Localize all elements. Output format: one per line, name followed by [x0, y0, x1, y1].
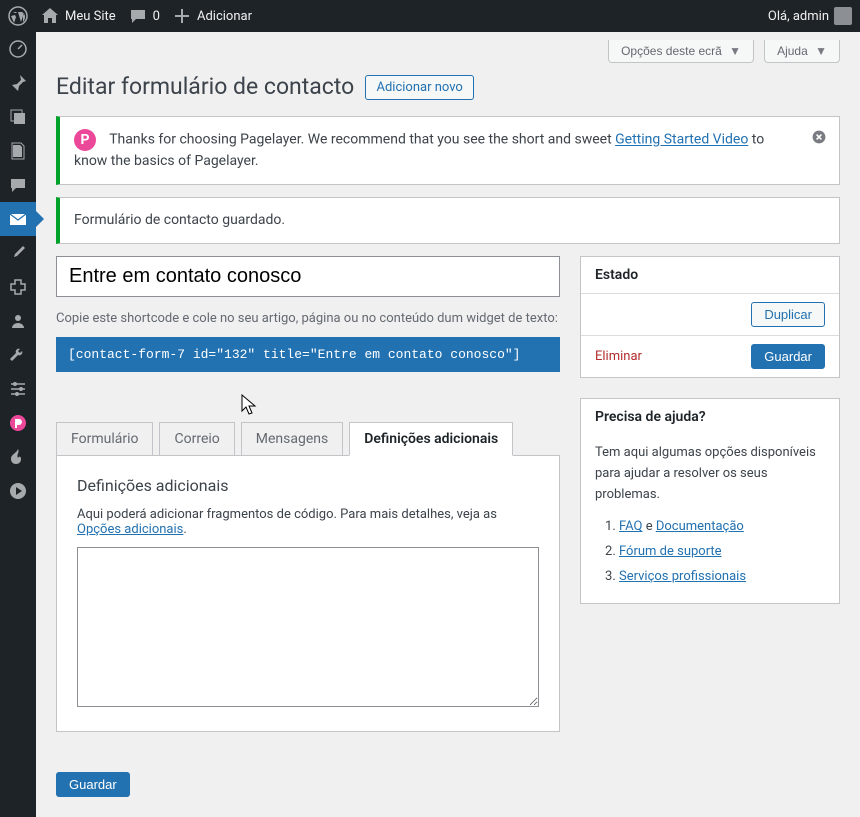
- pagelayer-logo-icon: P: [74, 129, 96, 151]
- comments-count: 0: [153, 9, 160, 24]
- tab-messages[interactable]: Mensagens: [241, 422, 343, 456]
- help-item: Fórum de suporte: [619, 540, 825, 565]
- user-greeting[interactable]: Olá, admin: [768, 7, 852, 25]
- add-new-button[interactable]: Adicionar novo: [365, 75, 473, 100]
- additional-settings-textarea[interactable]: [77, 547, 539, 707]
- plus-icon: [172, 6, 192, 26]
- pagelayer-notice: P Thanks for choosing Pagelayer. We reco…: [56, 116, 840, 185]
- play-icon: [8, 481, 28, 501]
- sidebar-pagelayer[interactable]: [0, 406, 36, 440]
- docs-link[interactable]: Documentação: [656, 519, 744, 534]
- panel-description: Aqui poderá adicionar fragmentos de códi…: [77, 507, 539, 537]
- sidebar-settings[interactable]: [0, 372, 36, 406]
- sidebar-item-b[interactable]: [0, 474, 36, 508]
- comments-icon: [8, 175, 28, 195]
- cursor-icon: [241, 394, 259, 418]
- saved-notice: Formulário de contacto guardado.: [56, 197, 840, 244]
- shortcode-help: Copie este shortcode e cole no seu artig…: [56, 309, 560, 329]
- avatar: [834, 7, 852, 25]
- sidebar-item-a[interactable]: [0, 440, 36, 474]
- wp-logo[interactable]: [8, 6, 28, 26]
- screen-options-button[interactable]: Opções deste ecrã ▼: [608, 40, 754, 63]
- plugin-icon: [8, 277, 28, 297]
- mail-icon: [8, 209, 28, 229]
- form-title-input[interactable]: [56, 256, 560, 297]
- sidebar-pages[interactable]: [0, 134, 36, 168]
- dismiss-notice-button[interactable]: [811, 129, 827, 152]
- sidebar-comments[interactable]: [0, 168, 36, 202]
- admin-sidebar: [0, 32, 36, 817]
- sidebar-plugins[interactable]: [0, 270, 36, 304]
- sidebar-appearance[interactable]: [0, 236, 36, 270]
- comment-icon: [128, 6, 148, 26]
- sidebar-tools[interactable]: [0, 338, 36, 372]
- media-icon: [8, 107, 28, 127]
- flame-icon: [8, 447, 28, 467]
- help-item: FAQ e Documentação: [619, 515, 825, 540]
- help-button[interactable]: Ajuda ▼: [764, 40, 840, 63]
- panel-heading: Definições adicionais: [77, 476, 539, 495]
- help-item: Serviços profissionais: [619, 565, 825, 590]
- pages-icon: [8, 141, 28, 161]
- greeting-text: Olá, admin: [768, 9, 829, 24]
- brush-icon: [8, 243, 28, 263]
- shortcode-box[interactable]: [contact-form-7 id="132" title="Entre em…: [56, 337, 560, 372]
- status-postbox: Estado Duplicar Eliminar Guardar: [580, 256, 840, 378]
- user-icon: [8, 311, 28, 331]
- comments-link[interactable]: 0: [128, 6, 160, 26]
- main-content: Opções deste ecrã ▼ Ajuda ▼ Editar formu…: [36, 32, 860, 817]
- add-new-link[interactable]: Adicionar: [172, 6, 252, 26]
- dashboard-icon: [8, 39, 28, 59]
- chevron-down-icon: ▼: [815, 44, 827, 58]
- delete-link[interactable]: Eliminar: [595, 349, 642, 364]
- wrench-icon: [8, 345, 28, 365]
- additional-options-link[interactable]: Opções adicionais: [77, 522, 183, 537]
- sliders-icon: [8, 379, 28, 399]
- pagelayer-icon: [8, 413, 28, 433]
- help-postbox: Precisa de ajuda? Tem aqui algumas opçõe…: [580, 398, 840, 604]
- page-title: Editar formulário de contacto: [56, 64, 354, 104]
- notice-text: Thanks for choosing Pagelayer. We recomm…: [109, 132, 615, 148]
- pin-icon: [8, 73, 28, 93]
- sidebar-users[interactable]: [0, 304, 36, 338]
- duplicate-button[interactable]: Duplicar: [751, 302, 825, 327]
- faq-link[interactable]: FAQ: [619, 519, 642, 534]
- help-list: FAQ e Documentação Fórum de suporte Serv…: [595, 515, 825, 589]
- home-icon: [40, 6, 60, 26]
- chevron-down-icon: ▼: [729, 44, 741, 58]
- tab-mail[interactable]: Correio: [159, 422, 234, 456]
- status-title: Estado: [581, 257, 839, 293]
- tab-additional[interactable]: Definições adicionais: [349, 422, 513, 456]
- sidebar-dashboard[interactable]: [0, 32, 36, 66]
- sidebar-posts[interactable]: [0, 66, 36, 100]
- close-icon: [811, 129, 827, 145]
- saved-text: Formulário de contacto guardado.: [74, 212, 285, 228]
- tabs: Formulário Correio Mensagens Definições …: [56, 422, 560, 456]
- sidebar-media[interactable]: [0, 100, 36, 134]
- help-intro: Tem aqui algumas opções disponíveis para…: [595, 443, 825, 505]
- services-link[interactable]: Serviços profissionais: [619, 569, 746, 584]
- add-new-label: Adicionar: [197, 9, 252, 24]
- site-name: Meu Site: [65, 9, 116, 24]
- site-name-link[interactable]: Meu Site: [40, 6, 116, 26]
- forum-link[interactable]: Fórum de suporte: [619, 544, 722, 559]
- tab-form[interactable]: Formulário: [56, 422, 153, 456]
- sidebar-contact[interactable]: [0, 202, 36, 236]
- wordpress-icon: [8, 6, 28, 26]
- help-title: Precisa de ajuda?: [581, 399, 839, 435]
- tab-panel-additional: Definições adicionais Aqui poderá adicio…: [56, 456, 560, 732]
- getting-started-link[interactable]: Getting Started Video: [615, 132, 748, 148]
- admin-bar: Meu Site 0 Adicionar Olá, admin: [0, 0, 860, 32]
- save-button[interactable]: Guardar: [751, 344, 825, 369]
- save-button-bottom[interactable]: Guardar: [56, 772, 130, 797]
